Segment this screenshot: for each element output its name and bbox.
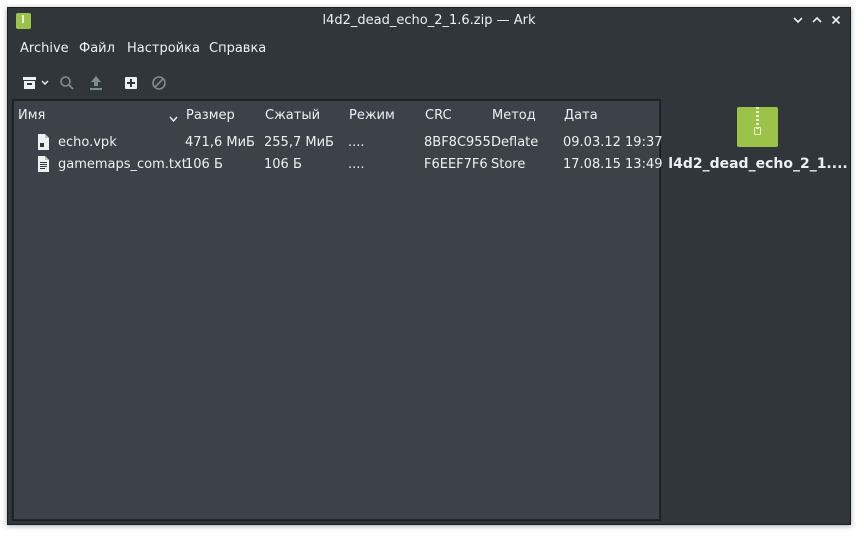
file-size: 106 Б bbox=[185, 157, 223, 172]
add-file-icon[interactable] bbox=[122, 73, 140, 93]
cancel-icon[interactable] bbox=[150, 73, 168, 93]
menu-archive[interactable]: Archive bbox=[20, 41, 69, 56]
table-row[interactable]: gamemaps_com.txt 106 Б 106 Б .... F6EEF7… bbox=[14, 154, 663, 176]
column-name[interactable]: Имя bbox=[18, 108, 45, 123]
extract-icon[interactable] bbox=[87, 73, 105, 93]
file-size: 471,6 МиБ bbox=[185, 135, 255, 150]
toolbar bbox=[8, 68, 850, 98]
menu-file[interactable]: Файл bbox=[79, 41, 115, 56]
menu-settings[interactable]: Настройка bbox=[127, 41, 200, 56]
maximize-button[interactable] bbox=[809, 12, 825, 28]
file-name: echo.vpk bbox=[58, 135, 117, 150]
minimize-button[interactable] bbox=[790, 12, 806, 28]
sort-chevron-icon[interactable] bbox=[169, 111, 178, 126]
column-compressed[interactable]: Сжатый bbox=[265, 108, 320, 123]
column-mode[interactable]: Режим bbox=[349, 108, 395, 123]
file-crc: F6EEF7F6 bbox=[424, 157, 488, 172]
menu-bar: Archive Файл Настройка Справка bbox=[8, 36, 850, 62]
column-date[interactable]: Дата bbox=[564, 108, 598, 123]
vpk-file-icon bbox=[37, 134, 50, 150]
file-method: Deflate bbox=[491, 135, 539, 150]
column-size[interactable]: Размер bbox=[186, 108, 235, 123]
close-button[interactable] bbox=[828, 12, 844, 28]
archive-menu-icon[interactable] bbox=[22, 73, 52, 93]
window-title: l4d2_dead_echo_2_1.6.zip — Ark bbox=[322, 13, 536, 28]
table-row[interactable]: echo.vpk 471,6 МиБ 255,7 МиБ .... 8BF8C9… bbox=[14, 132, 663, 154]
file-mode: .... bbox=[348, 135, 365, 150]
file-method: Store bbox=[491, 157, 526, 172]
title-bar[interactable]: l4d2_dead_echo_2_1.6.zip — Ark bbox=[8, 8, 850, 34]
table-header: Имя Размер Сжатый Режим CRC Метод Дата bbox=[14, 101, 659, 129]
file-date: 09.03.12 19:37 bbox=[563, 135, 663, 150]
text-file-icon bbox=[37, 156, 50, 172]
file-name: gamemaps_com.txt bbox=[58, 157, 187, 172]
search-icon[interactable] bbox=[58, 73, 76, 93]
archive-preview-name: l4d2_dead_echo_2_1.... bbox=[668, 156, 848, 172]
file-list-panel: Имя Размер Сжатый Режим CRC Метод Дата e… bbox=[12, 99, 663, 521]
file-crc: 8BF8C955 bbox=[424, 135, 491, 150]
archive-preview-icon bbox=[737, 107, 778, 147]
file-compressed: 106 Б bbox=[264, 157, 302, 172]
menu-help[interactable]: Справка bbox=[209, 41, 266, 56]
file-list[interactable]: Имя Размер Сжатый Режим CRC Метод Дата e… bbox=[14, 101, 663, 519]
column-crc[interactable]: CRC bbox=[425, 108, 452, 123]
ark-window: l4d2_dead_echo_2_1.6.zip — Ark Archive Ф… bbox=[7, 7, 851, 525]
file-compressed: 255,7 МиБ bbox=[264, 135, 334, 150]
file-mode: .... bbox=[348, 157, 365, 172]
file-date: 17.08.15 13:49 bbox=[563, 157, 663, 172]
column-method[interactable]: Метод bbox=[492, 108, 536, 123]
